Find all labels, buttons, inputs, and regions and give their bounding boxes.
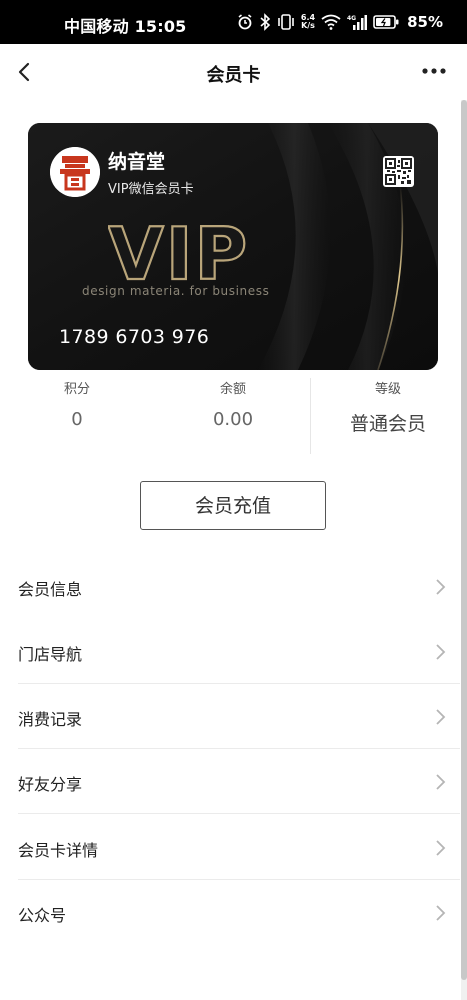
menu-item-label: 消费记录 <box>18 710 83 729</box>
qr-code-icon[interactable] <box>383 156 414 187</box>
level-value: 普通会员 <box>349 413 426 435</box>
status-bar: 中国移动 15:05 6.4 K/s 4G 85% <box>0 0 467 44</box>
menu-item-label: 会员信息 <box>18 580 83 599</box>
points-value: 0 <box>71 409 83 430</box>
menu-item-card-details[interactable]: 会员卡详情 <box>0 815 460 880</box>
menu-item-store-navigation[interactable]: 门店导航 <box>0 619 460 684</box>
card-tagline: design materia. for business <box>82 284 270 298</box>
menu-item-label: 公众号 <box>18 906 67 925</box>
vip-logo-text: VIP <box>108 219 248 285</box>
menu-divider <box>18 813 460 814</box>
balance-stat[interactable]: 余额 0.00 <box>186 378 280 430</box>
wifi-icon <box>321 14 341 30</box>
points-stat[interactable]: 积分 0 <box>30 378 124 430</box>
menu-item-member-info[interactable]: 会员信息 <box>0 554 460 619</box>
chevron-right-icon <box>436 579 446 595</box>
menu-item-label: 好友分享 <box>18 775 83 794</box>
chevron-right-icon <box>436 774 446 790</box>
chevron-right-icon <box>436 905 446 921</box>
menu-item-purchase-history[interactable]: 消费记录 <box>0 684 460 749</box>
signal-icon: 4G <box>347 15 368 30</box>
status-icons: 6.4 K/s 4G 85% <box>237 12 443 32</box>
battery-icon <box>373 15 399 29</box>
level-stat[interactable]: 等级 普通会员 <box>340 378 436 436</box>
battery-percent: 85% <box>407 13 443 31</box>
card-number: 1789 6703 976 <box>59 326 210 348</box>
menu-item-share-friends[interactable]: 好友分享 <box>0 749 460 814</box>
alarm-icon <box>238 14 252 30</box>
chevron-right-icon <box>436 644 446 660</box>
brand-logo <box>50 147 100 197</box>
bluetooth-icon <box>260 13 271 31</box>
chevron-right-icon <box>436 709 446 725</box>
nav-bar: 会员卡 <box>0 44 467 100</box>
points-label: 积分 <box>63 382 90 397</box>
scrollbar-thumb[interactable] <box>461 100 467 980</box>
balance-value: 0.00 <box>212 409 254 430</box>
svg-text:VIP: VIP <box>108 219 248 285</box>
chevron-right-icon <box>436 840 446 856</box>
menu-item-label: 门店导航 <box>18 645 83 664</box>
menu-item-label: 会员卡详情 <box>18 841 99 860</box>
level-label: 等级 <box>374 382 401 397</box>
svg-text:4G: 4G <box>347 15 356 22</box>
member-card[interactable]: 纳音堂 VIP微信会员卡 VIP design materia. for bus… <box>28 123 438 370</box>
page-title: 会员卡 <box>206 65 261 86</box>
net-speed: 6.4 K/s <box>300 13 316 30</box>
vibrate-icon <box>278 14 294 30</box>
card-type: VIP微信会员卡 <box>108 182 194 197</box>
more-options-icon[interactable] <box>421 64 447 78</box>
balance-label: 余额 <box>219 382 246 397</box>
recharge-button[interactable]: 会员充值 <box>140 481 326 530</box>
carrier-time: 中国移动 15:05 <box>64 17 187 36</box>
menu-item-official-account[interactable]: 公众号 <box>0 880 460 945</box>
brand-name: 纳音堂 <box>108 151 166 173</box>
stats-divider <box>310 378 311 454</box>
